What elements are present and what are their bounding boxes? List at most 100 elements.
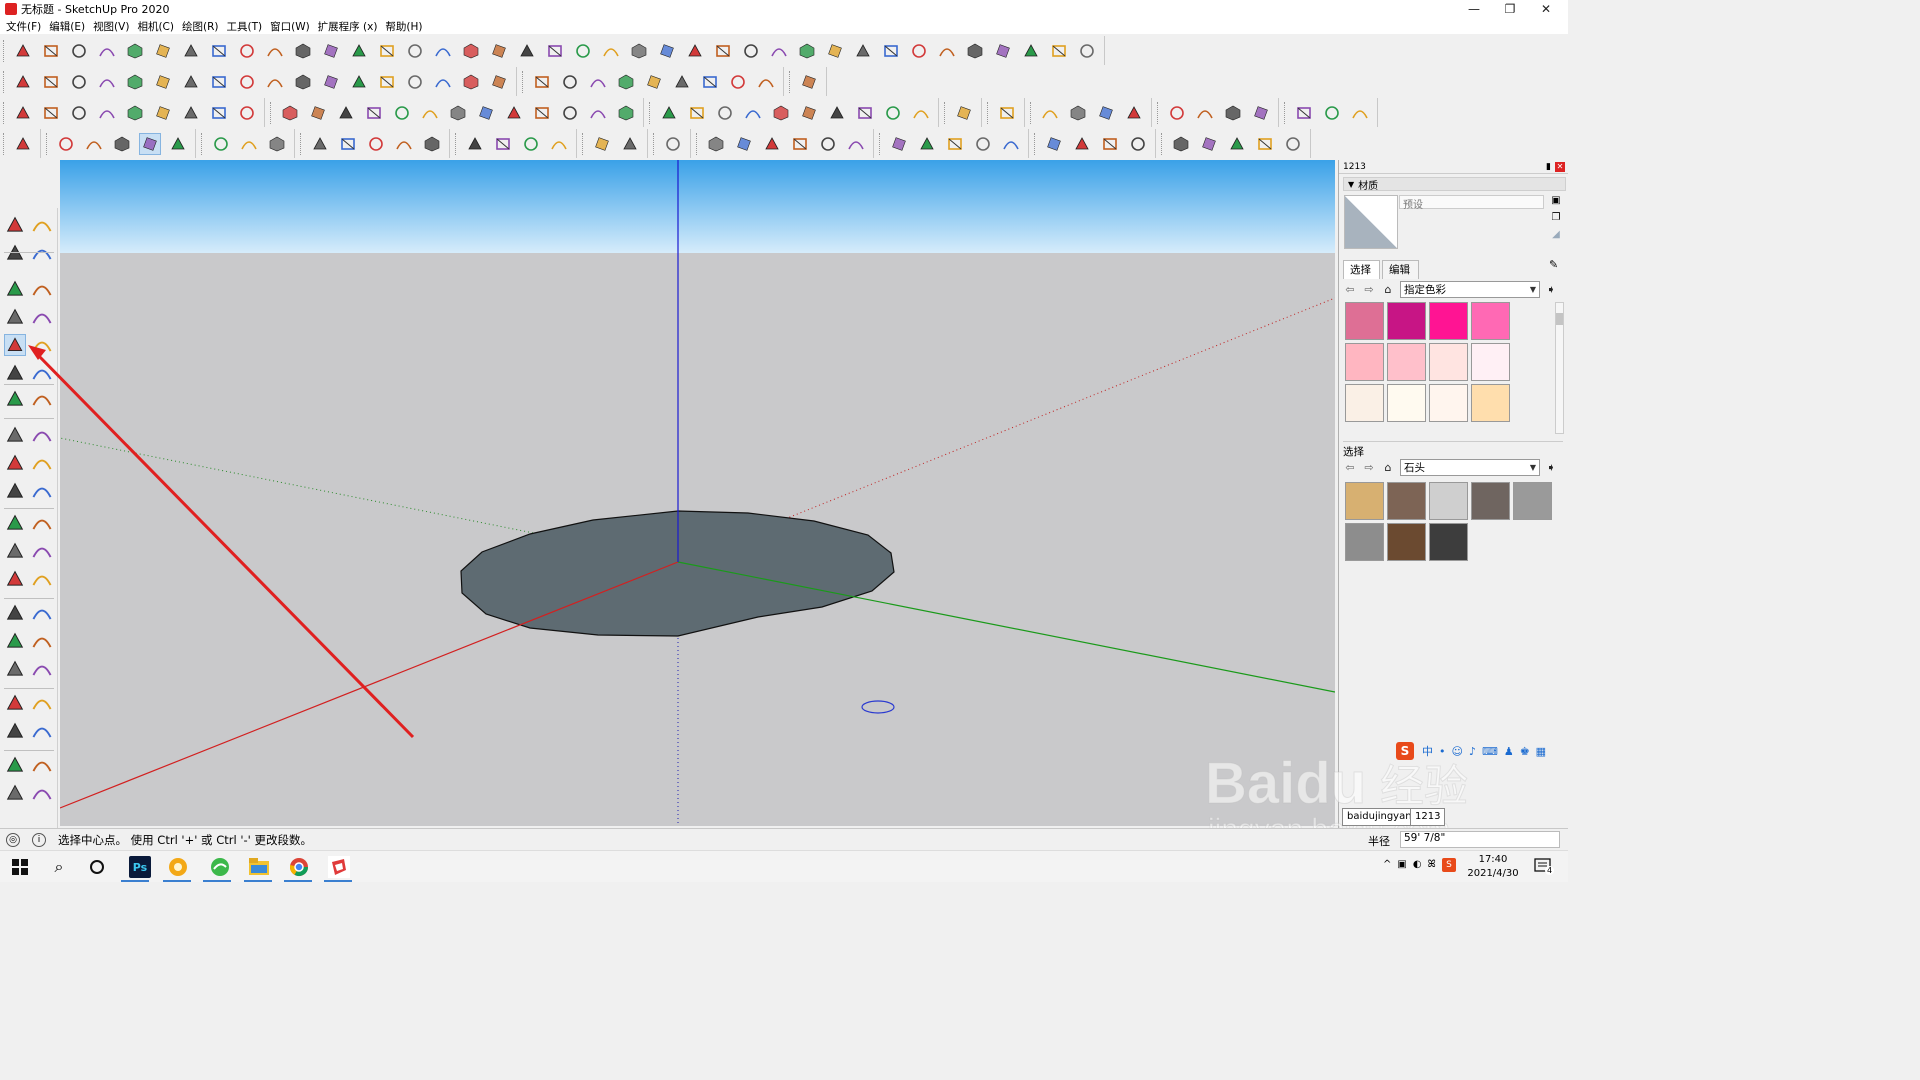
color-swatch[interactable] [1345, 302, 1384, 340]
windows-start-icon[interactable] [9, 856, 31, 878]
large-tool-22-icon[interactable] [4, 540, 26, 562]
large-tool-31-icon[interactable] [31, 658, 53, 680]
tb3-tool-1-icon[interactable] [40, 102, 62, 124]
tb2-tool-13-icon[interactable] [376, 71, 398, 93]
pin-icon[interactable]: ▮ [1546, 162, 1551, 172]
create-material-icon[interactable]: ❐ [1552, 212, 1561, 223]
tb4-tool-11-icon[interactable] [365, 133, 387, 155]
large-tool-16-icon[interactable] [4, 452, 26, 474]
color-swatch[interactable] [1471, 302, 1510, 340]
large-tool-8-icon[interactable] [4, 334, 26, 356]
tb3-tool-2-icon[interactable] [68, 102, 90, 124]
tb2-tool-6-icon[interactable] [180, 71, 202, 93]
large-tool-17-icon[interactable] [31, 452, 53, 474]
tb1-tool-32-icon[interactable] [908, 40, 930, 62]
modeling-viewport[interactable] [60, 160, 1335, 826]
large-tool-32-icon[interactable] [4, 692, 26, 714]
tb4-tool-7-icon[interactable] [238, 133, 260, 155]
large-tool-5-icon[interactable] [31, 278, 53, 300]
tb4-tool-15-icon[interactable] [492, 133, 514, 155]
ime-tools-icons[interactable]: 中•☺♪⌨♟♚▦ [1422, 743, 1552, 759]
tb2-tool-22-icon[interactable] [643, 71, 665, 93]
tb3-tool-41-icon[interactable] [1250, 102, 1272, 124]
tb2-tool-0-icon[interactable] [12, 71, 34, 93]
tb4-tool-22-icon[interactable] [733, 133, 755, 155]
tb4-tool-24-icon[interactable] [789, 133, 811, 155]
back-icon[interactable]: ⇦ [1343, 282, 1357, 296]
large-tool-14-icon[interactable] [4, 424, 26, 446]
tb4-tool-2-icon[interactable] [83, 133, 105, 155]
tb2-tool-16-icon[interactable] [460, 71, 482, 93]
menu-help[interactable]: 帮助(H) [383, 19, 428, 34]
large-tool-6-icon[interactable] [4, 306, 26, 328]
sketchup-taskbar-icon[interactable] [328, 856, 350, 878]
large-tool-29-icon[interactable] [31, 630, 53, 652]
large-tool-30-icon[interactable] [4, 658, 26, 680]
tb4-tool-25-icon[interactable] [817, 133, 839, 155]
tb3-tool-9-icon[interactable] [279, 102, 301, 124]
large-tool-38-icon[interactable] [4, 782, 26, 804]
large-tool-9-icon[interactable] [31, 334, 53, 356]
large-tool-19-icon[interactable] [31, 480, 53, 502]
tb4-tool-17-icon[interactable] [548, 133, 570, 155]
tb4-tool-34-icon[interactable] [1099, 133, 1121, 155]
tb2-tool-14-icon[interactable] [404, 71, 426, 93]
color-swatch[interactable] [1429, 343, 1468, 381]
tb3-tool-26-icon[interactable] [770, 102, 792, 124]
collection-dropdown-2[interactable]: 石头 ▼ [1400, 458, 1540, 476]
large-tool-3-icon[interactable] [31, 242, 53, 264]
tb4-tool-28-icon[interactable] [916, 133, 938, 155]
tb3-tool-33-icon[interactable] [996, 102, 1018, 124]
tb4-tool-35-icon[interactable] [1127, 133, 1149, 155]
color-swatch[interactable] [1345, 384, 1384, 422]
tb1-tool-34-icon[interactable] [964, 40, 986, 62]
swatch-scrollbar[interactable] [1555, 302, 1564, 434]
tb2-tool-8-icon[interactable] [236, 71, 258, 93]
tb4-tool-12-icon[interactable] [393, 133, 415, 155]
tb3-tool-37-icon[interactable] [1123, 102, 1145, 124]
tb3-tool-36-icon[interactable] [1095, 102, 1117, 124]
tb1-tool-18-icon[interactable] [516, 40, 538, 62]
tray-close-icon[interactable]: ✕ [1555, 161, 1565, 172]
materials-panel-header[interactable]: ▼ 材质 [1343, 177, 1566, 192]
tb4-tool-14-icon[interactable] [464, 133, 486, 155]
tb1-tool-28-icon[interactable] [796, 40, 818, 62]
tb2-tool-12-icon[interactable] [348, 71, 370, 93]
tb4-tool-33-icon[interactable] [1071, 133, 1093, 155]
tab-edit[interactable]: 编辑 [1382, 260, 1419, 279]
large-tool-20-icon[interactable] [4, 512, 26, 534]
tb3-tool-4-icon[interactable] [124, 102, 146, 124]
default-material-icon[interactable]: ◢ [1552, 229, 1560, 240]
tb1-tool-29-icon[interactable] [824, 40, 846, 62]
tb2-tool-17-icon[interactable] [488, 71, 510, 93]
large-tool-35-icon[interactable] [31, 720, 53, 742]
sample-paint-icon[interactable]: ✎ [1549, 258, 1558, 271]
tb2-tool-10-icon[interactable] [292, 71, 314, 93]
maximize-button[interactable]: ❐ [1492, 0, 1528, 18]
color-swatch[interactable] [1471, 343, 1510, 381]
tb1-tool-20-icon[interactable] [572, 40, 594, 62]
tb3-tool-16-icon[interactable] [475, 102, 497, 124]
browser-yellow-icon[interactable] [167, 856, 189, 878]
large-tool-15-icon[interactable] [31, 424, 53, 446]
tb1-tool-31-icon[interactable] [880, 40, 902, 62]
sogou-icon[interactable]: S [1396, 742, 1414, 760]
stone-swatch[interactable] [1429, 523, 1468, 561]
large-tool-10-icon[interactable] [4, 362, 26, 384]
tray-icons[interactable]: ^▣◐ꕤ [1383, 859, 1442, 870]
stone-swatch[interactable] [1513, 482, 1552, 520]
tb4-tool-19-icon[interactable] [619, 133, 641, 155]
large-tool-21-icon[interactable] [31, 512, 53, 534]
color-swatch[interactable] [1345, 343, 1384, 381]
stone-swatch[interactable] [1429, 482, 1468, 520]
display-secondary-icon[interactable]: ▣ [1551, 195, 1560, 206]
tb1-tool-21-icon[interactable] [600, 40, 622, 62]
tb4-tool-18-icon[interactable] [591, 133, 613, 155]
tb1-tool-9-icon[interactable] [264, 40, 286, 62]
tb1-tool-36-icon[interactable] [1020, 40, 1042, 62]
tb2-tool-25-icon[interactable] [727, 71, 749, 93]
stone-swatch[interactable] [1345, 482, 1384, 520]
tb2-tool-5-icon[interactable] [152, 71, 174, 93]
tb3-tool-30-icon[interactable] [882, 102, 904, 124]
tb1-tool-17-icon[interactable] [488, 40, 510, 62]
